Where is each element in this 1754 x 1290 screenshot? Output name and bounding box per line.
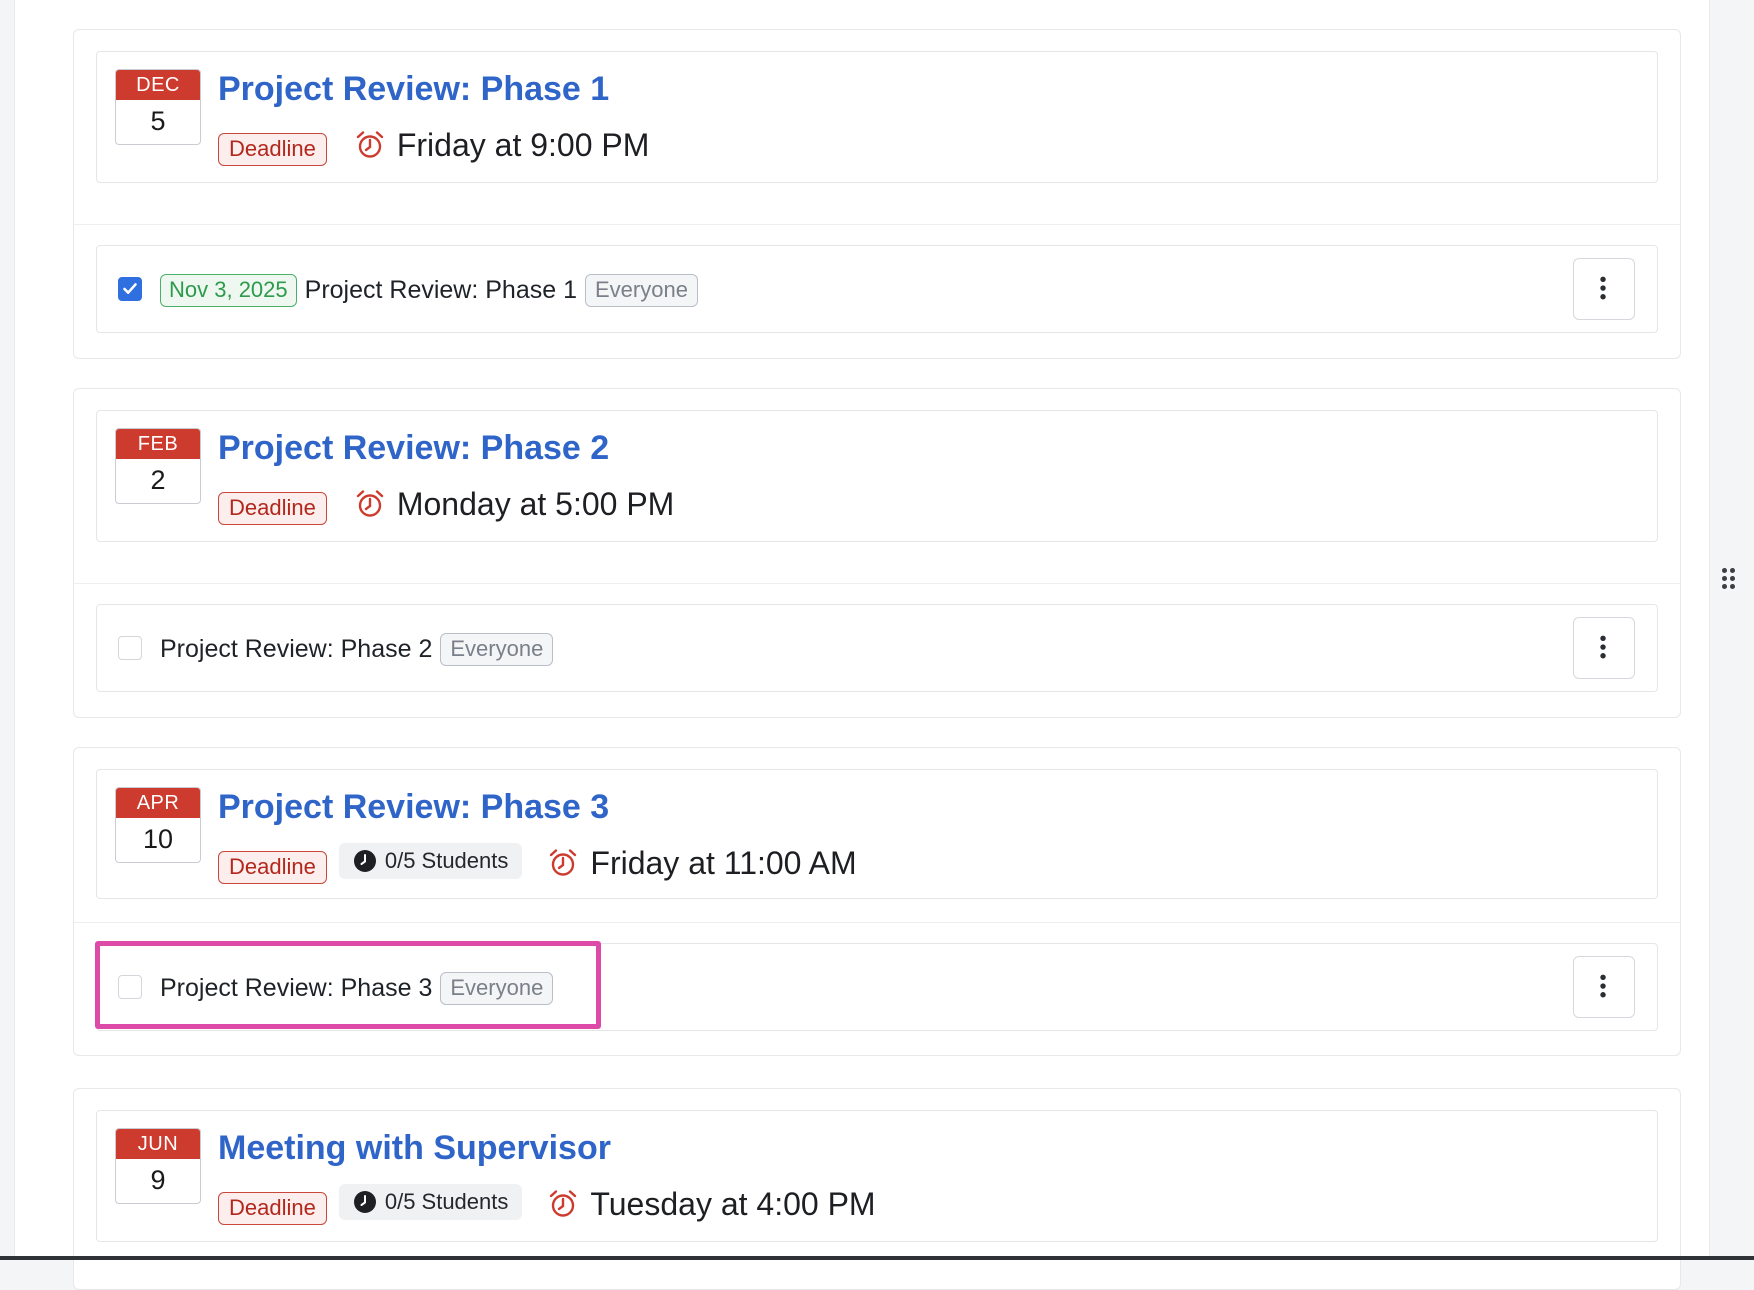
event-title-link[interactable]: Project Review: Phase 3 [218, 788, 609, 827]
deadline-badge: Deadline [218, 850, 327, 884]
alarm-clock-icon [550, 849, 577, 876]
students-progress-badge: 0/5 Students [338, 843, 523, 879]
schedule-group: FEB 2 Project Review: Phase 2 Deadline M… [73, 388, 1681, 718]
students-count: 0/5 Students [384, 1189, 509, 1214]
audience-badge: Everyone [585, 273, 698, 307]
calendar-month: APR [116, 788, 200, 818]
task-date-badge: Nov 3, 2025 [160, 273, 297, 307]
task-title[interactable]: Project Review: Phase 1 [305, 276, 577, 305]
course-schedule-panel: DEC 5 Project Review: Phase 1 Deadline F… [14, 0, 1710, 1290]
task-menu-button[interactable] [1573, 617, 1635, 679]
students-count: 0/5 Students [384, 848, 509, 873]
calendar-month: FEB [116, 429, 200, 459]
calendar-date-badge: APR 10 [115, 787, 201, 863]
clock-icon [353, 1191, 376, 1213]
task-card[interactable]: Nov 3, 2025 Project Review: Phase 1 Ever… [96, 245, 1658, 333]
window-bottom-edge [0, 1256, 1754, 1260]
calendar-month: DEC [116, 70, 200, 100]
task-title[interactable]: Project Review: Phase 3 [160, 974, 432, 1003]
event-card[interactable]: DEC 5 Project Review: Phase 1 Deadline F… [96, 51, 1658, 183]
check-icon [123, 283, 137, 294]
event-card[interactable]: FEB 2 Project Review: Phase 2 Deadline M… [96, 410, 1658, 542]
task-info: Nov 3, 2025 Project Review: Phase 1 Ever… [160, 270, 698, 310]
event-title-link[interactable]: Project Review: Phase 2 [218, 429, 609, 468]
deadline-badge: Deadline [218, 1191, 327, 1225]
schedule-group: APR 10 Project Review: Phase 3 Deadline … [73, 747, 1681, 1056]
calendar-date-badge: FEB 2 [115, 428, 201, 504]
task-card[interactable]: Project Review: Phase 2 Everyone [96, 604, 1658, 692]
calendar-day: 9 [150, 1165, 166, 1195]
deadline-badge: Deadline [218, 491, 327, 525]
event-meta: Deadline 0/5 Students Tuesday at 4:00 PM [218, 1184, 876, 1225]
calendar-day: 10 [142, 824, 174, 854]
event-time: Tuesday at 4:00 PM [590, 1185, 876, 1222]
event-card[interactable]: JUN 9 Meeting with Supervisor Deadline 0… [96, 1110, 1658, 1242]
audience-badge: Everyone [440, 632, 554, 666]
task-menu-button[interactable] [1573, 258, 1635, 320]
deadline-badge: Deadline [218, 132, 327, 166]
calendar-day: 2 [150, 465, 166, 495]
task-title[interactable]: Project Review: Phase 2 [160, 635, 432, 664]
task-checkbox[interactable] [118, 636, 142, 660]
kebab-menu-icon [1600, 974, 1606, 998]
clock-icon [353, 850, 376, 872]
kebab-menu-icon [1600, 276, 1606, 300]
students-progress-badge: 0/5 Students [338, 1184, 523, 1220]
task-checkbox[interactable] [118, 975, 142, 999]
event-time: Friday at 9:00 PM [396, 126, 650, 163]
alarm-clock-icon [356, 131, 384, 158]
alarm-clock-icon [356, 490, 384, 517]
audience-badge: Everyone [440, 971, 554, 1005]
calendar-month: JUN [116, 1129, 200, 1159]
event-time: Friday at 11:00 AM [590, 844, 857, 881]
calendar-day: 5 [150, 106, 166, 136]
drag-handle-icon[interactable] [1722, 568, 1736, 594]
calendar-date-badge: DEC 5 [115, 69, 201, 145]
task-info: Project Review: Phase 2 Everyone [160, 629, 554, 669]
event-meta: Deadline Friday at 9:00 PM [218, 125, 650, 166]
event-title-link[interactable]: Project Review: Phase 1 [218, 70, 609, 109]
event-time: Monday at 5:00 PM [396, 485, 675, 522]
event-meta: Deadline 0/5 Students Friday at 11:00 AM [218, 843, 857, 884]
task-info: Project Review: Phase 3 Everyone [160, 968, 554, 1008]
task-card[interactable]: Project Review: Phase 3 Everyone [96, 943, 1658, 1031]
kebab-menu-icon [1600, 635, 1606, 659]
task-menu-button[interactable] [1573, 956, 1635, 1018]
event-title-link[interactable]: Meeting with Supervisor [218, 1129, 611, 1168]
calendar-date-badge: JUN 9 [115, 1128, 201, 1204]
schedule-group: DEC 5 Project Review: Phase 1 Deadline F… [73, 29, 1681, 359]
task-checkbox[interactable] [118, 277, 142, 301]
event-meta: Deadline Monday at 5:00 PM [218, 484, 675, 525]
alarm-clock-icon [550, 1190, 577, 1217]
event-card[interactable]: APR 10 Project Review: Phase 3 Deadline … [96, 769, 1658, 899]
